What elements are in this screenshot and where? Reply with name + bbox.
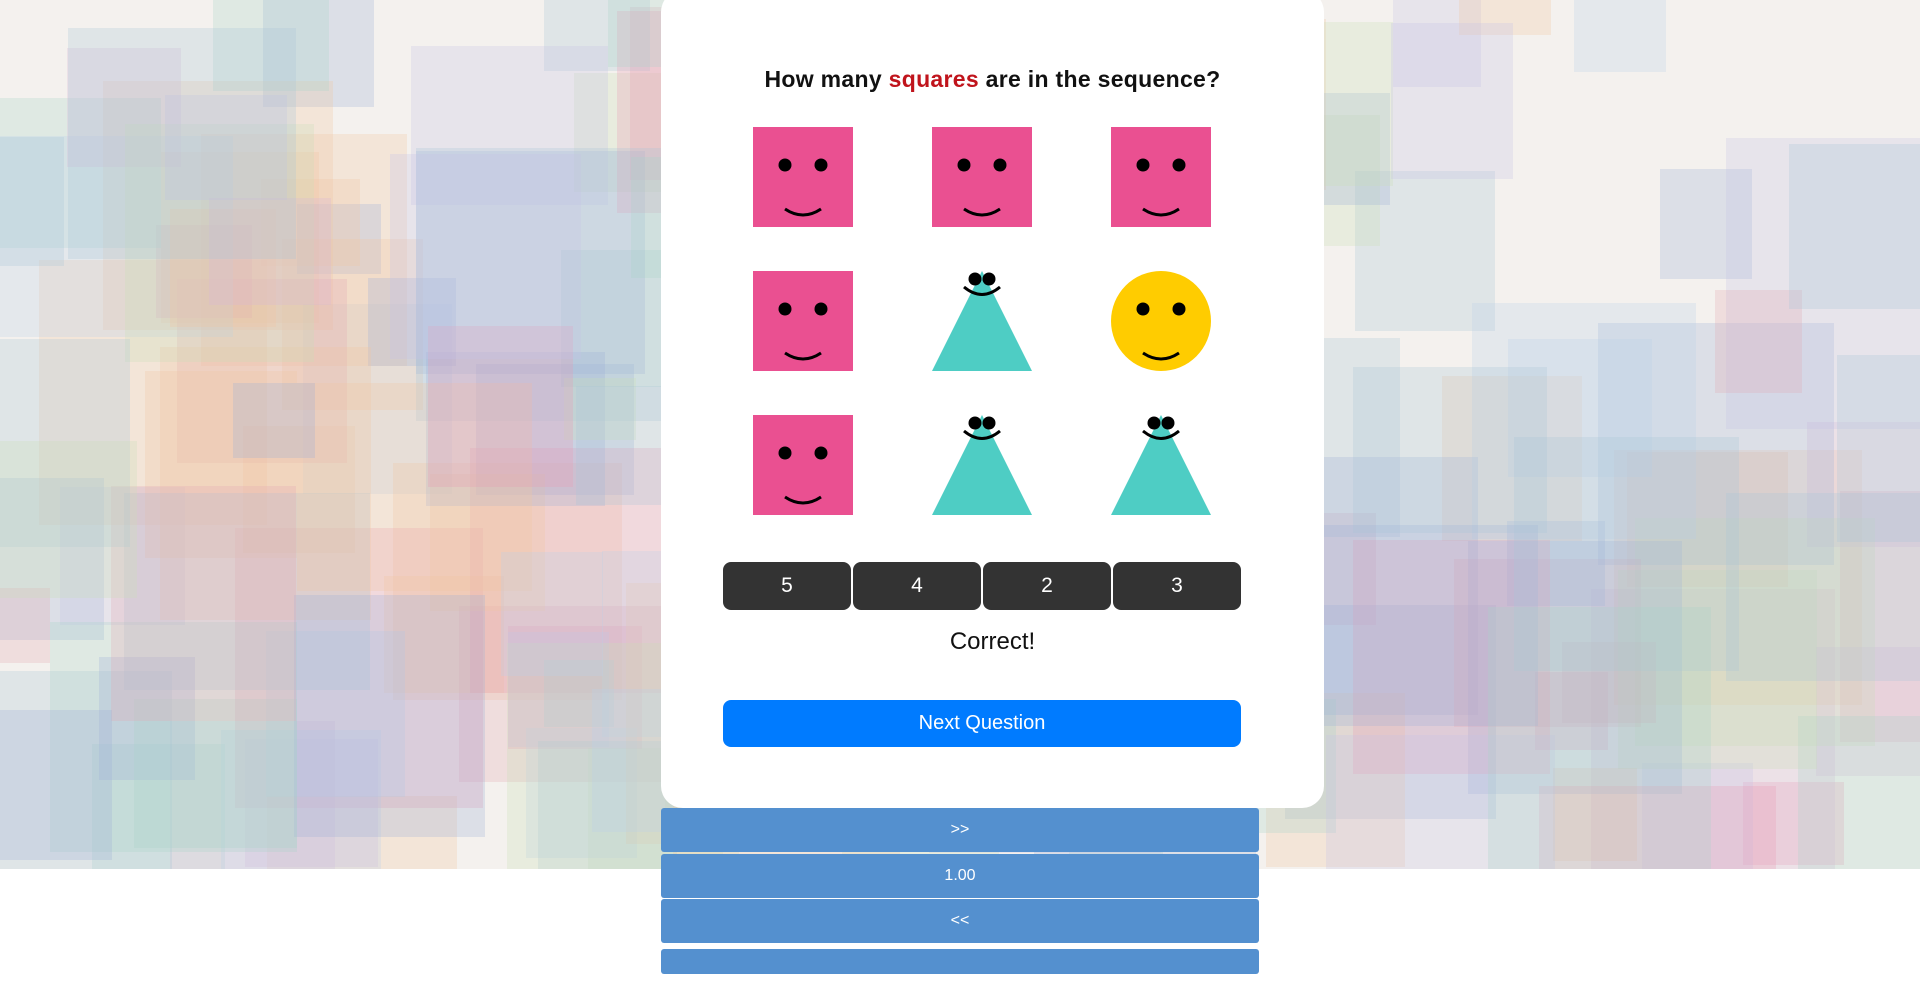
- eye: [968, 272, 982, 286]
- square-body: [753, 271, 853, 371]
- eye: [778, 446, 792, 460]
- background-tile: [111, 486, 296, 721]
- next-question-button[interactable]: Next Question: [723, 700, 1241, 747]
- shape-grid: [661, 0, 1324, 550]
- forward-button[interactable]: >>: [661, 808, 1259, 852]
- eye: [814, 158, 828, 172]
- eye: [1136, 158, 1150, 172]
- eye: [957, 158, 971, 172]
- triangle-shape: [932, 415, 1032, 515]
- answer-options: 5 4 2 3: [723, 562, 1241, 610]
- eye: [1147, 416, 1161, 430]
- eye: [778, 302, 792, 316]
- triangle-shape: [932, 271, 1032, 371]
- background-tile: [68, 28, 296, 260]
- speed-display[interactable]: 1.00: [661, 854, 1259, 898]
- background-tile: [1837, 355, 1920, 543]
- feedback-text: Correct!: [949, 628, 1036, 655]
- eye: [968, 416, 982, 430]
- eye: [1136, 302, 1150, 316]
- triangle-shape: [1111, 415, 1211, 515]
- background-tile: [0, 588, 50, 663]
- eye: [993, 158, 1007, 172]
- background-tile: [1574, 0, 1666, 73]
- extra-control-button[interactable]: [661, 949, 1259, 974]
- square-shape: [753, 415, 853, 515]
- square-body: [753, 415, 853, 515]
- background-tile: [294, 595, 485, 837]
- triangle-body: [932, 415, 1032, 515]
- triangle-body: [932, 271, 1032, 371]
- background-tile: [233, 383, 315, 458]
- square-body: [1111, 127, 1211, 227]
- square-body: [753, 127, 853, 227]
- answer-button-3[interactable]: 2: [983, 562, 1111, 610]
- square-body: [932, 127, 1032, 227]
- square-shape: [932, 127, 1032, 227]
- background-tile: [1488, 607, 1711, 869]
- quiz-card: How many squares are in the sequence? 5 …: [661, 0, 1324, 808]
- eye: [1161, 416, 1175, 430]
- eye: [814, 302, 828, 316]
- eye: [1172, 158, 1186, 172]
- back-button[interactable]: <<: [661, 899, 1259, 943]
- eye: [982, 272, 996, 286]
- answer-button-2[interactable]: 4: [853, 562, 981, 610]
- answer-button-4[interactable]: 3: [1113, 562, 1241, 610]
- background-tile: [0, 710, 112, 861]
- triangle-body: [1111, 415, 1211, 515]
- square-shape: [1111, 127, 1211, 227]
- eye: [778, 158, 792, 172]
- circle-shape: [1111, 271, 1211, 371]
- background-tile: [501, 552, 603, 677]
- circle-body: [1111, 271, 1211, 371]
- square-shape: [753, 271, 853, 371]
- background-tile: [0, 441, 137, 599]
- background-tile: [1789, 144, 1920, 309]
- eye: [814, 446, 828, 460]
- background-tile: [390, 154, 581, 359]
- background-tile: [0, 137, 64, 267]
- background-tile: [134, 699, 297, 848]
- square-shape: [753, 127, 853, 227]
- eye: [982, 416, 996, 430]
- eye: [1172, 302, 1186, 316]
- answer-button-1[interactable]: 5: [723, 562, 851, 610]
- background-tile: [1391, 23, 1513, 179]
